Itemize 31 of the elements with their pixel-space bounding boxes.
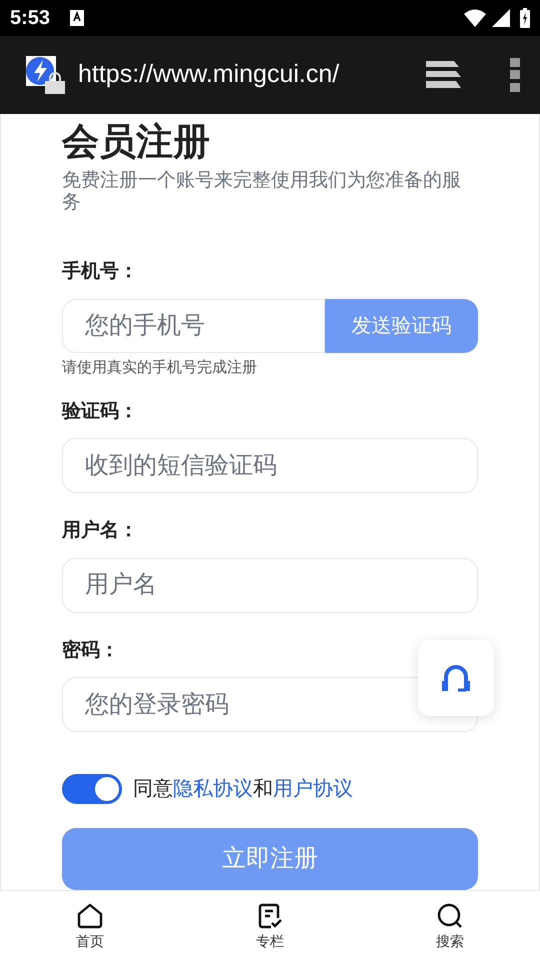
nav-tab[interactable]: 专栏 xyxy=(180,903,360,960)
battery-icon xyxy=(520,8,530,28)
input-field[interactable]: 收到的短信验证码 xyxy=(62,438,478,494)
page-subtitle: 免费注册一个账号来完整使用我们为您准备的服务 xyxy=(62,170,462,214)
agree-toggle[interactable] xyxy=(62,774,122,804)
input-field[interactable]: 用户名 xyxy=(62,558,478,613)
input-field[interactable]: 您的登录密码 xyxy=(62,677,478,732)
field-hint: 请使用真实的手机号完成注册 xyxy=(62,358,258,378)
nav-tab[interactable]: 搜索 xyxy=(360,903,540,960)
keyboard-icon xyxy=(70,10,84,26)
document-check-icon xyxy=(257,903,283,929)
signal-icon xyxy=(492,9,510,27)
field-label: 验证码： xyxy=(62,400,139,424)
more-options-icon[interactable] xyxy=(510,58,520,92)
status-time: 5:53 xyxy=(10,6,50,31)
page-title: 会员注册 xyxy=(62,120,211,164)
field-label: 密码： xyxy=(62,638,120,663)
home-icon xyxy=(77,903,103,929)
support-button[interactable] xyxy=(418,640,494,716)
site-lock-icon xyxy=(26,56,66,94)
input-field[interactable]: 您的手机号 xyxy=(62,298,325,354)
field-label: 手机号： xyxy=(62,260,139,284)
privacy-link[interactable]: 隐私协议 xyxy=(173,778,253,800)
field-label: 用户名： xyxy=(62,518,139,544)
agreement-text: 同意隐私协议和用户协议 xyxy=(133,777,353,802)
headset-icon xyxy=(442,663,470,693)
tabs-icon[interactable] xyxy=(426,61,462,89)
wifi-icon xyxy=(464,9,486,27)
nav-tab[interactable]: 首页 xyxy=(0,903,180,960)
terms-link[interactable]: 用户协议 xyxy=(273,778,353,800)
search-icon xyxy=(437,903,463,929)
